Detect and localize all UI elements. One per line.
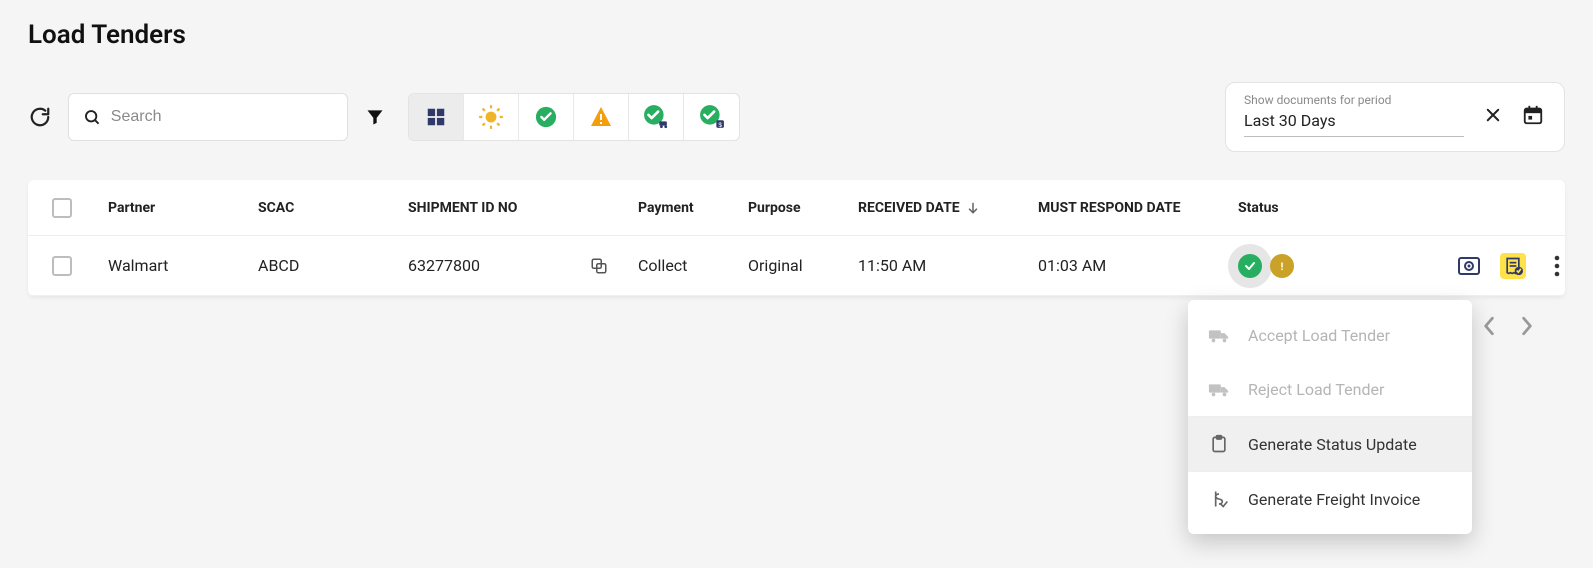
filter-icon (365, 107, 385, 127)
view-button[interactable] (1456, 253, 1482, 279)
page-title: Load Tenders (28, 20, 1565, 50)
menu-generate-freight-invoice[interactable]: Generate Freight Invoice (1188, 472, 1472, 526)
receipt-icon (1503, 256, 1523, 276)
col-payment[interactable]: Payment (638, 200, 748, 216)
status-filter-all[interactable] (409, 94, 464, 140)
status-accepted-badge[interactable] (1238, 254, 1262, 278)
col-partner[interactable]: Partner (108, 200, 258, 216)
status-alert-badge[interactable] (1270, 254, 1294, 278)
copy-icon (590, 257, 608, 275)
status-filter-accepted-truck[interactable] (629, 94, 684, 140)
search-box[interactable] (68, 93, 348, 141)
menu-reject-label: Reject Load Tender (1248, 380, 1384, 399)
status-filter-accepted-dollar[interactable]: $ (684, 94, 739, 140)
refresh-icon (29, 106, 51, 128)
search-input[interactable] (111, 108, 333, 126)
cell-partner: Walmart (108, 256, 258, 275)
col-status[interactable]: Status (1238, 200, 1438, 216)
svg-text:$: $ (718, 122, 722, 129)
col-shipment[interactable]: SHIPMENT ID NO (408, 200, 588, 216)
exclaim-icon (1276, 260, 1288, 272)
check-circle-icon (535, 106, 557, 128)
cell-status (1238, 254, 1438, 278)
menu-generate-status-update[interactable]: Generate Status Update (1188, 417, 1472, 471)
close-icon (1484, 106, 1502, 124)
period-label: Show documents for period (1244, 93, 1466, 107)
cell-purpose: Original (748, 256, 858, 275)
more-actions-button[interactable] (1544, 253, 1570, 279)
check-icon (1244, 260, 1256, 272)
period-value[interactable]: Last 30 Days (1244, 107, 1464, 137)
menu-reject-tender: Reject Load Tender (1188, 362, 1472, 416)
grid-icon (425, 106, 447, 128)
select-all-checkbox[interactable] (52, 198, 72, 218)
check-truck-icon (643, 104, 669, 130)
cell-scac: ABCD (258, 256, 408, 275)
col-received-label: RECEIVED DATE (858, 200, 960, 216)
col-respond[interactable]: MUST RESPOND DATE (1038, 200, 1238, 216)
calendar-icon (1522, 104, 1544, 126)
menu-accept-tender: Accept Load Tender (1188, 308, 1472, 362)
kebab-icon (1554, 255, 1560, 277)
doc-action-button[interactable] (1500, 253, 1526, 279)
check-dollar-icon: $ (699, 104, 725, 130)
menu-freight-invoice-label: Generate Freight Invoice (1248, 490, 1420, 509)
table-header: Partner SCAC SHIPMENT ID NO Payment Purp… (28, 180, 1565, 236)
cell-received: 11:50 AM (858, 256, 1038, 275)
row-context-menu: Accept Load Tender Reject Load Tender Ge… (1188, 300, 1472, 534)
period-calendar-button[interactable] (1520, 102, 1546, 128)
col-scac[interactable]: SCAC (258, 200, 408, 216)
search-icon (83, 107, 101, 127)
load-tenders-table: Partner SCAC SHIPMENT ID NO Payment Purp… (28, 180, 1565, 296)
filter-button[interactable] (360, 102, 390, 132)
status-filter-group: $ (408, 93, 740, 141)
page-next-button[interactable] (1517, 316, 1537, 336)
status-filter-warning[interactable] (574, 94, 629, 140)
table-row[interactable]: Walmart ABCD 63277800 Collect Original 1… (28, 236, 1565, 296)
status-filter-new[interactable] (464, 94, 519, 140)
truck-icon (1208, 324, 1230, 346)
toolbar: $ Show documents for period Last 30 Days (28, 82, 1565, 152)
cell-shipment: 63277800 (408, 256, 588, 275)
period-clear-button[interactable] (1480, 102, 1506, 128)
menu-status-update-label: Generate Status Update (1248, 435, 1417, 454)
status-filter-accepted[interactable] (519, 94, 574, 140)
sun-icon (478, 104, 504, 130)
truck-icon (1208, 378, 1230, 400)
copy-shipment-button[interactable] (588, 255, 610, 277)
clipboard-icon (1208, 433, 1230, 455)
warning-triangle-icon (589, 105, 613, 129)
col-received[interactable]: RECEIVED DATE (858, 200, 1038, 216)
page-prev-button[interactable] (1479, 316, 1499, 336)
period-filter-card: Show documents for period Last 30 Days (1225, 82, 1565, 152)
row-actions (1438, 253, 1578, 279)
dollar-check-icon (1208, 488, 1230, 510)
refresh-button[interactable] (28, 105, 52, 129)
cell-payment: Collect (638, 256, 748, 275)
row-checkbox[interactable] (52, 256, 72, 276)
menu-accept-label: Accept Load Tender (1248, 326, 1390, 345)
cell-respond: 01:03 AM (1038, 256, 1238, 275)
sort-desc-icon (966, 201, 980, 215)
col-purpose[interactable]: Purpose (748, 200, 858, 216)
eye-box-icon (1457, 254, 1481, 278)
